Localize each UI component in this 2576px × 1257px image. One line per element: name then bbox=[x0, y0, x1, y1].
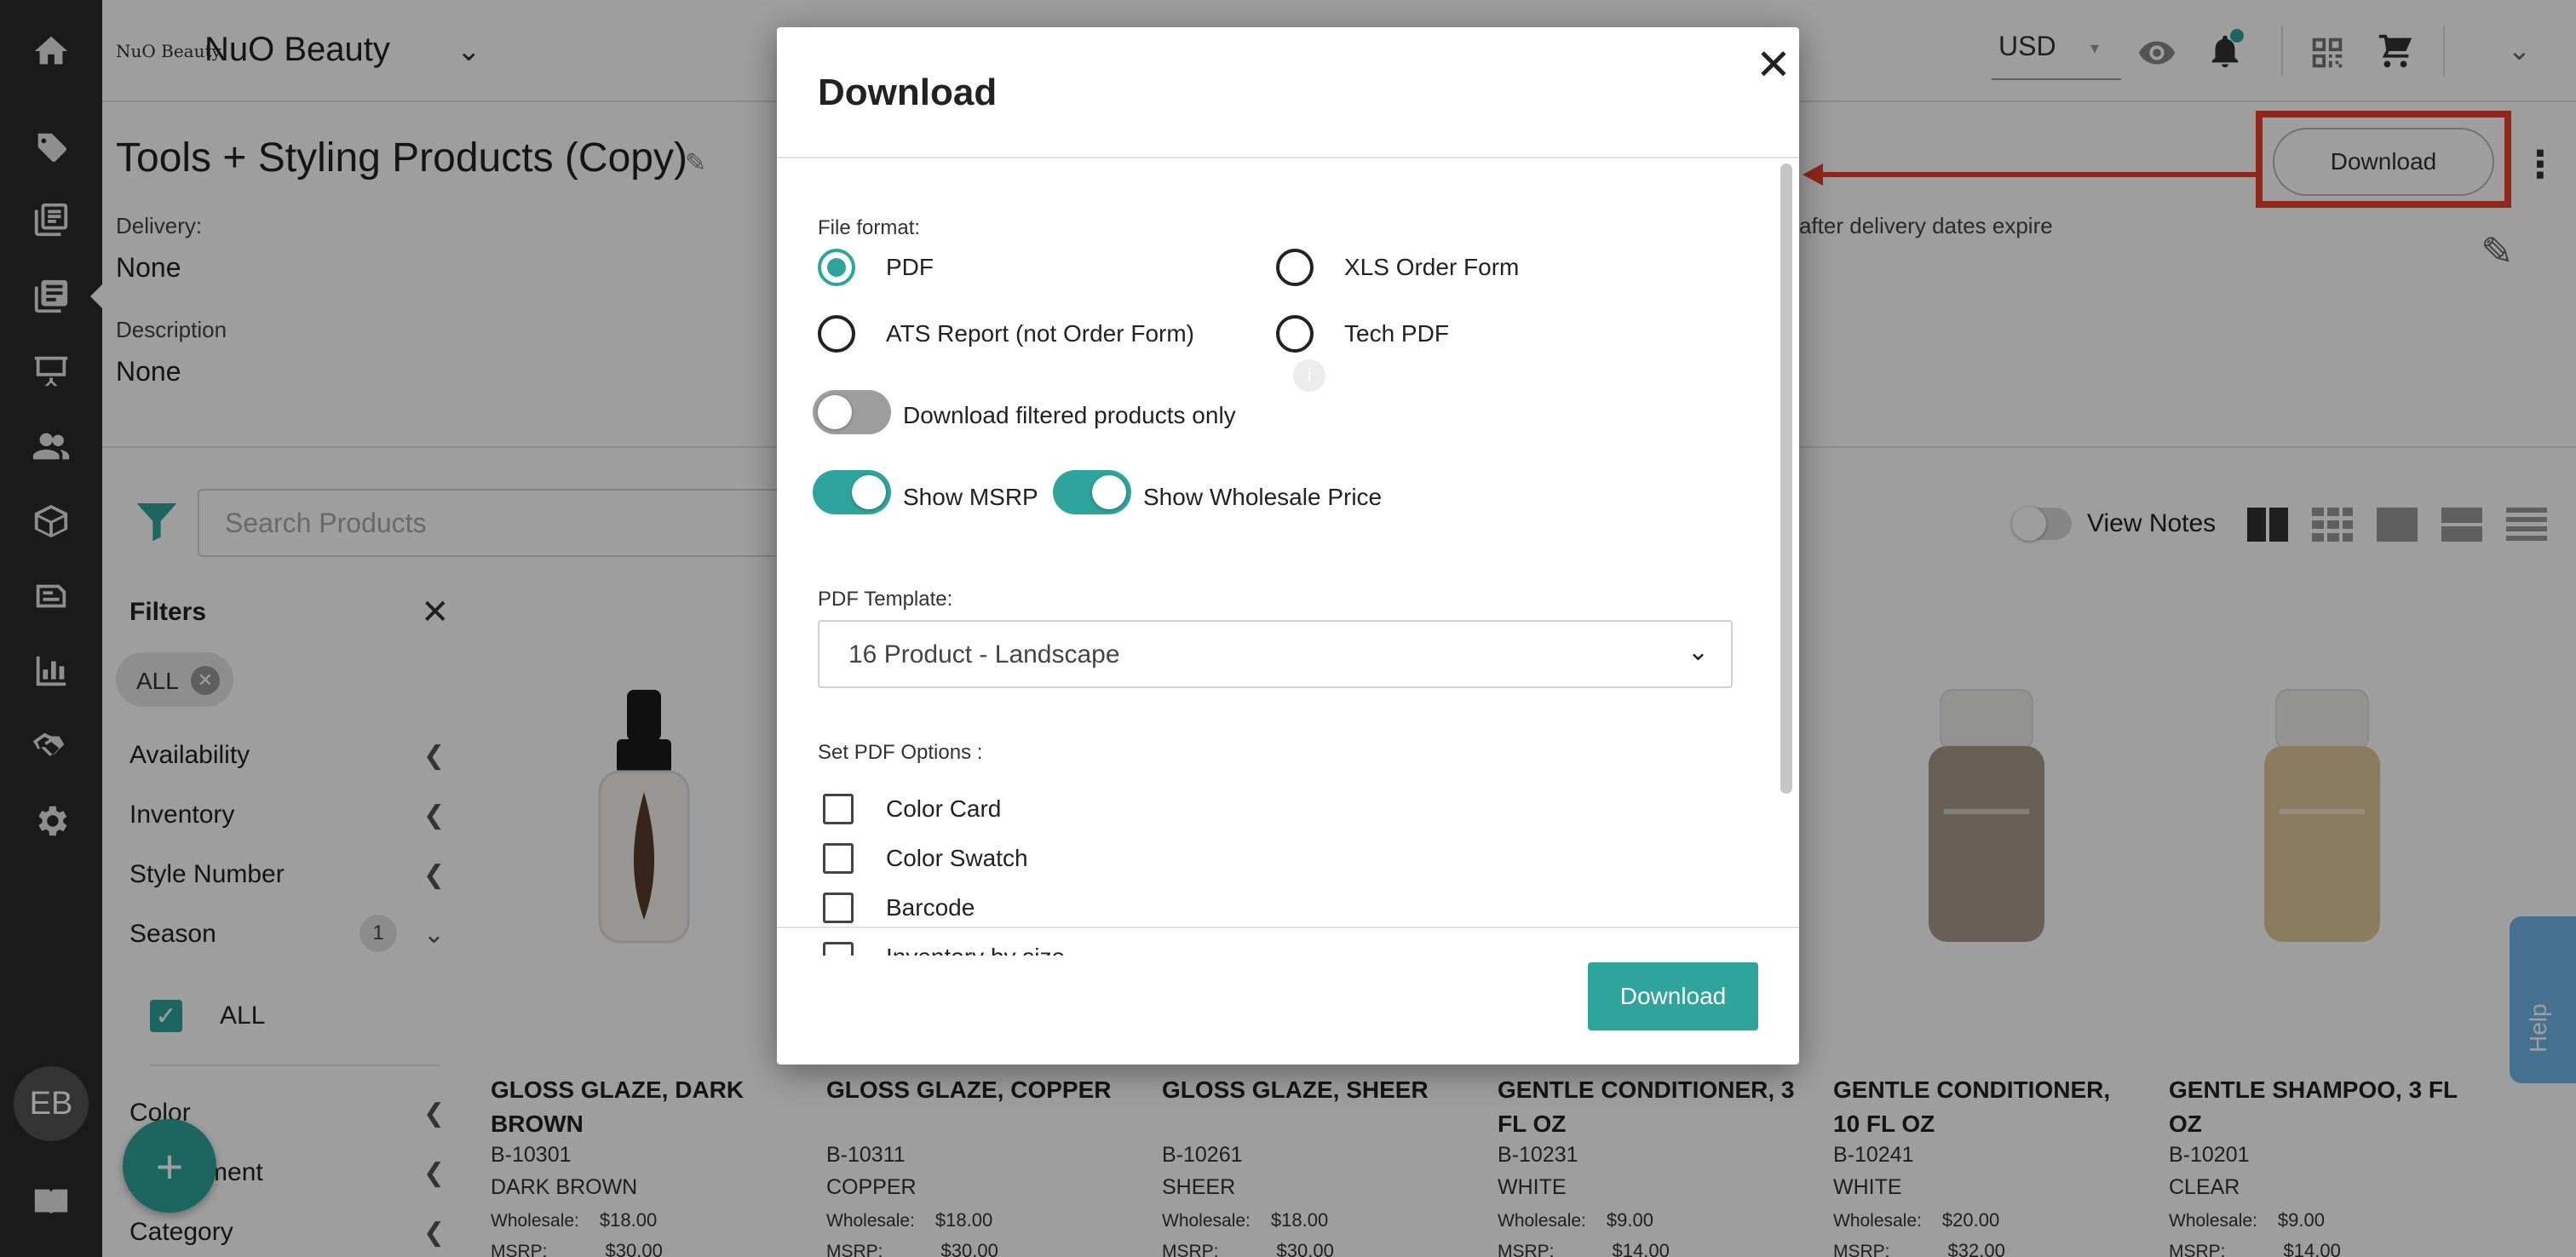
show-wholesale-toggle[interactable] bbox=[1053, 470, 1131, 514]
modal-body: File format: PDF XLS Order Form ATS Repo… bbox=[777, 158, 1799, 956]
filtered-only-toggle[interactable] bbox=[813, 390, 891, 434]
color-card-label: Color Card bbox=[886, 795, 1002, 822]
filtered-only-label: Download filtered products only bbox=[903, 402, 1236, 428]
download-modal: Download ✕ File format: PDF XLS Order Fo… bbox=[777, 27, 1799, 1065]
show-msrp-toggle[interactable] bbox=[813, 470, 891, 514]
toggle-knob bbox=[1092, 475, 1126, 509]
modal-scrollbar[interactable] bbox=[1780, 164, 1792, 794]
pdf-template-label: PDF Template: bbox=[818, 588, 953, 611]
inventory-by-size-checkbox[interactable] bbox=[823, 942, 854, 956]
format-pdf-label: PDF bbox=[886, 254, 934, 280]
pdf-template-select[interactable]: 16 Product - Landscape ⌄ bbox=[818, 620, 1733, 688]
format-pdf-radio[interactable] bbox=[818, 249, 855, 286]
color-swatch-label: Color Swatch bbox=[886, 845, 1028, 871]
format-ats-label: ATS Report (not Order Form) bbox=[886, 320, 1195, 347]
format-ats-radio[interactable] bbox=[818, 315, 855, 353]
inventory-by-size-label: Inventory by size bbox=[886, 944, 1065, 956]
show-wholesale-label: Show Wholesale Price bbox=[1143, 484, 1383, 510]
modal-download-button[interactable]: Download bbox=[1588, 962, 1758, 1030]
format-xls-radio[interactable] bbox=[1276, 249, 1314, 286]
info-icon[interactable]: i bbox=[1293, 359, 1325, 392]
pdf-template-value: 16 Product - Landscape bbox=[848, 640, 1120, 669]
close-icon[interactable]: ✕ bbox=[1748, 39, 1799, 90]
format-tech-pdf-radio[interactable] bbox=[1276, 315, 1314, 353]
chevron-down-icon: ⌄ bbox=[1687, 638, 1709, 666]
toggle-knob bbox=[852, 475, 886, 509]
modal-footer-divider bbox=[777, 927, 1799, 928]
modal-title: Download bbox=[818, 72, 998, 113]
format-xls-label: XLS Order Form bbox=[1344, 254, 1520, 280]
barcode-label: Barcode bbox=[886, 894, 975, 921]
file-format-label: File format: bbox=[818, 216, 921, 239]
show-msrp-label: Show MSRP bbox=[903, 484, 1038, 510]
barcode-checkbox[interactable] bbox=[823, 893, 854, 923]
toggle-knob bbox=[818, 395, 852, 429]
pdf-options-label: Set PDF Options : bbox=[818, 741, 983, 764]
color-card-checkbox[interactable] bbox=[823, 794, 854, 824]
format-tech-pdf-label: Tech PDF bbox=[1344, 320, 1449, 347]
color-swatch-checkbox[interactable] bbox=[823, 843, 854, 874]
